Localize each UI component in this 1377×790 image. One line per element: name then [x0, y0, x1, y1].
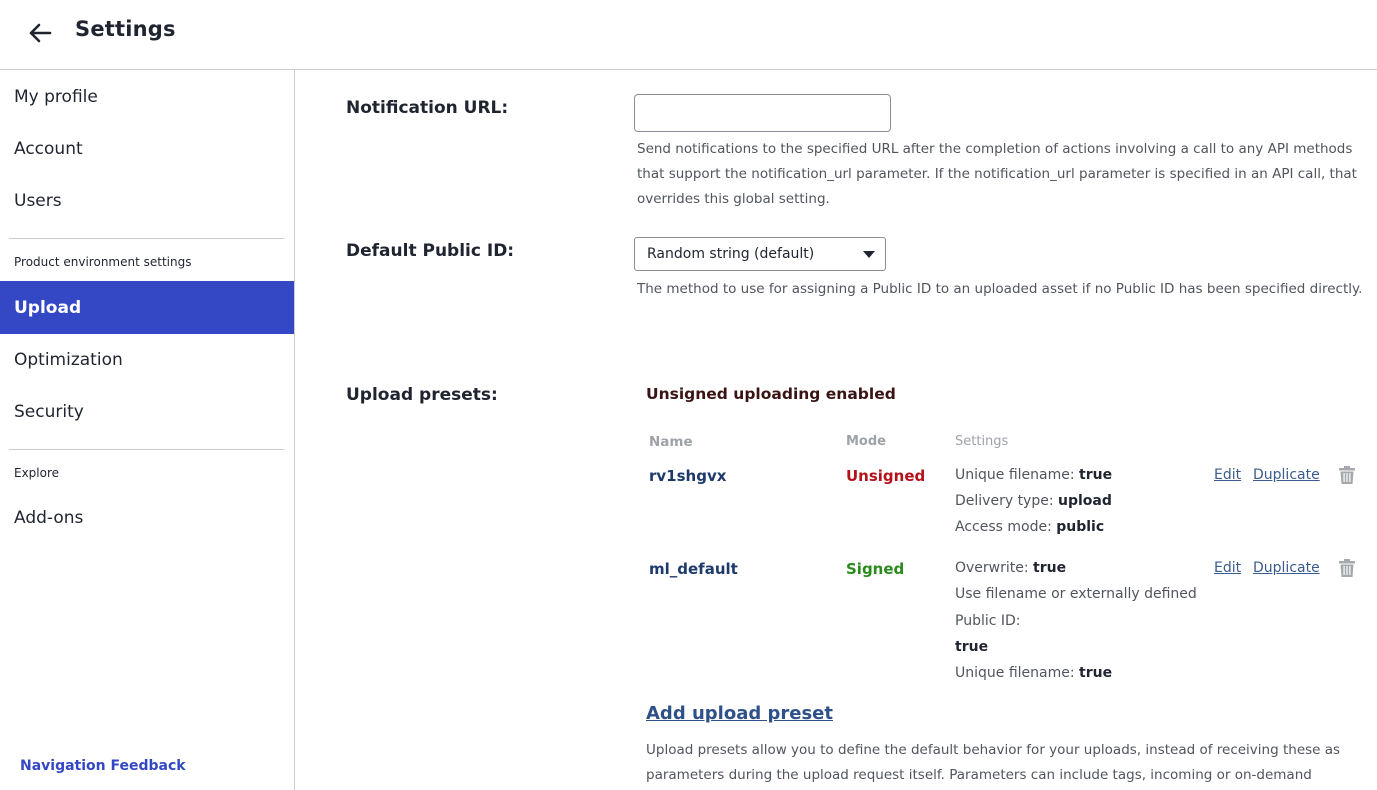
- sidebar-item-users[interactable]: Users: [0, 174, 294, 227]
- preset-name-link[interactable]: rv1shgvx: [649, 467, 726, 485]
- sidebar-section-heading-product: Product environment settings: [14, 255, 192, 269]
- preset-setting: true: [955, 639, 989, 655]
- sidebar-item-optimization[interactable]: Optimization: [0, 333, 294, 386]
- preset-setting: Use filename or externally defined: [955, 586, 1197, 602]
- arrow-left-icon: [29, 23, 52, 43]
- default-public-id-value: Random string (default): [647, 246, 815, 262]
- duplicate-preset-link[interactable]: Duplicate: [1253, 467, 1320, 483]
- sidebar-item-upload[interactable]: Upload: [0, 281, 294, 334]
- preset-setting: Unique filename: true: [955, 467, 1113, 483]
- column-header-mode: Mode: [846, 434, 886, 449]
- add-upload-preset-link[interactable]: Add upload preset: [646, 703, 833, 724]
- preset-name-link[interactable]: ml_default: [649, 560, 738, 578]
- column-header-name: Name: [649, 434, 693, 450]
- page-title: Settings: [75, 17, 176, 41]
- sidebar-item-account[interactable]: Account: [0, 122, 294, 175]
- unsigned-uploading-status: Unsigned uploading enabled: [646, 385, 896, 403]
- back-button[interactable]: [26, 19, 54, 47]
- preset-mode-badge: Signed: [846, 560, 905, 578]
- preset-setting: Delivery type: upload: [955, 493, 1112, 509]
- sidebar-divider: [9, 238, 284, 239]
- upload-presets-label: Upload presets:: [346, 385, 498, 405]
- navigation-feedback-link[interactable]: Navigation Feedback: [20, 758, 186, 774]
- trash-icon: [1339, 466, 1355, 484]
- sidebar-item-add-ons[interactable]: Add-ons: [0, 491, 294, 544]
- upload-settings-panel: Notification URL: Send notifications to …: [295, 70, 1377, 790]
- preset-setting: Unique filename: true: [955, 665, 1113, 681]
- sidebar-divider: [9, 449, 284, 450]
- delete-preset-button[interactable]: [1339, 466, 1355, 484]
- edit-preset-link[interactable]: Edit: [1214, 467, 1241, 483]
- notification-url-help: Send notifications to the specified URL …: [637, 141, 1357, 207]
- preset-setting: Public ID:: [955, 613, 1021, 629]
- duplicate-preset-link[interactable]: Duplicate: [1253, 560, 1320, 576]
- app-header: Settings: [0, 0, 1377, 70]
- trash-icon: [1339, 559, 1355, 577]
- preset-setting: Access mode: public: [955, 519, 1105, 535]
- upload-presets-help: Upload presets allow you to define the d…: [646, 742, 1341, 783]
- default-public-id-help: The method to use for assigning a Public…: [637, 281, 1363, 297]
- delete-preset-button[interactable]: [1339, 559, 1355, 577]
- notification-url-label: Notification URL:: [346, 98, 509, 118]
- edit-preset-link[interactable]: Edit: [1214, 560, 1241, 576]
- preset-mode-badge: Unsigned: [846, 467, 926, 485]
- preset-setting: Overwrite: true: [955, 560, 1067, 576]
- column-header-settings: Settings: [955, 434, 1009, 449]
- notification-url-input[interactable]: [634, 94, 891, 132]
- sidebar-section-heading-explore: Explore: [14, 466, 60, 480]
- sidebar-item-my-profile[interactable]: My profile: [0, 70, 294, 123]
- settings-sidebar: My profile Account Users Product environ…: [0, 70, 295, 790]
- default-public-id-label: Default Public ID:: [346, 241, 515, 261]
- sidebar-item-security[interactable]: Security: [0, 385, 294, 438]
- caret-down-icon: [863, 251, 875, 258]
- default-public-id-select[interactable]: Random string (default): [634, 237, 886, 271]
